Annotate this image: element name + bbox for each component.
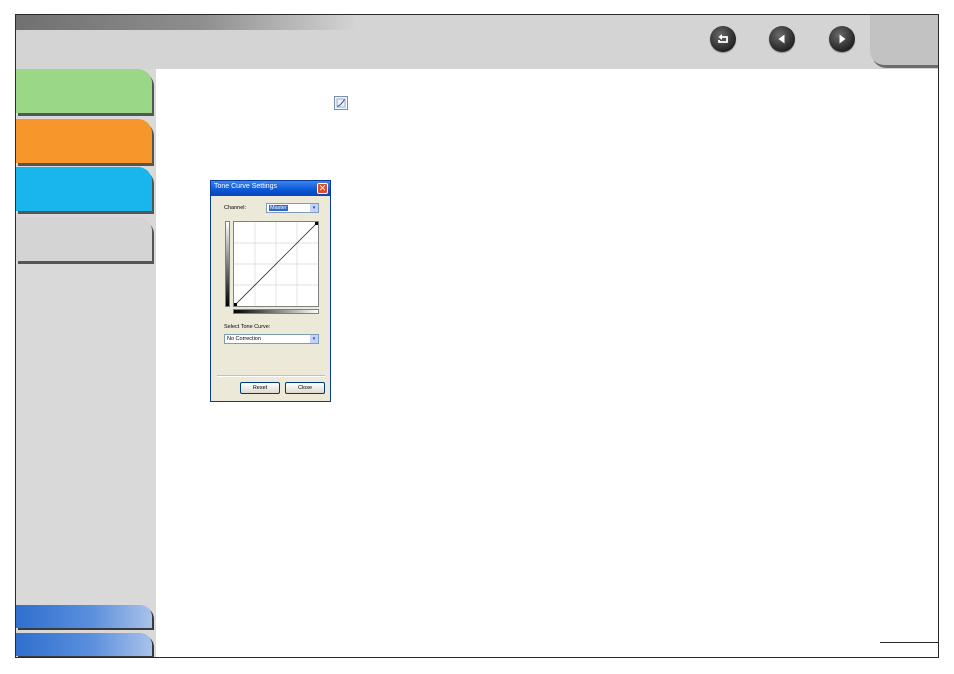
tone-curve-value: No Correction [227,336,261,342]
sidebar-bottom-button-1[interactable] [16,605,152,628]
footer-rule [880,642,939,643]
vertical-gradient-ramp [225,221,230,307]
channel-label: Channel: [224,205,247,211]
chevron-down-icon: ▾ [310,335,318,343]
header-gradient-strip [16,15,356,30]
channel-select[interactable]: Master ▾ [266,203,319,213]
sidebar-tab-gray[interactable] [16,217,152,261]
close-button[interactable]: Close [285,382,325,394]
top-right-tab[interactable] [870,15,938,65]
previous-page-icon[interactable] [769,26,795,52]
tone-curve-select[interactable]: No Correction ▾ [224,334,319,344]
tone-curve-graph[interactable] [233,221,319,307]
header-bar [16,15,938,69]
sidebar-tab-cyan[interactable] [16,167,152,211]
close-icon[interactable]: ✕ [317,183,328,194]
horizontal-gradient-ramp [233,309,319,314]
sidebar-tab-green[interactable] [16,69,152,113]
manual-page-frame: Tone Curve Settings ✕ Channel: Master ▾ [15,14,939,658]
dialog-separator [217,375,325,377]
tone-curve-settings-dialog: Tone Curve Settings ✕ Channel: Master ▾ [210,180,331,402]
dialog-title-bar: Tone Curve Settings ✕ [211,181,330,196]
dialog-title: Tone Curve Settings [214,183,278,190]
select-tone-curve-label: Select Tone Curve: [224,324,271,330]
sidebar-bottom-button-2[interactable] [16,633,152,656]
tone-curve-icon [334,96,348,110]
sidebar-tab-orange[interactable] [16,119,152,163]
reset-button[interactable]: Reset [240,382,280,394]
back-return-icon[interactable] [710,26,736,52]
next-page-icon[interactable] [829,26,855,52]
sidebar [16,69,156,657]
channel-value: Master [269,205,288,211]
chevron-down-icon: ▾ [310,204,318,212]
